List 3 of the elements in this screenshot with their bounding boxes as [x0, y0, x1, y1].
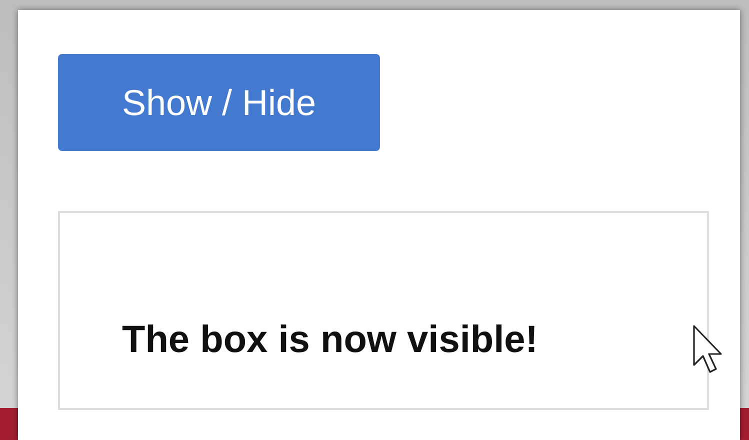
box-message: The box is now visible! — [122, 321, 539, 359]
show-hide-button[interactable]: Show / Hide — [58, 54, 380, 151]
mouse-cursor-icon — [693, 325, 723, 375]
